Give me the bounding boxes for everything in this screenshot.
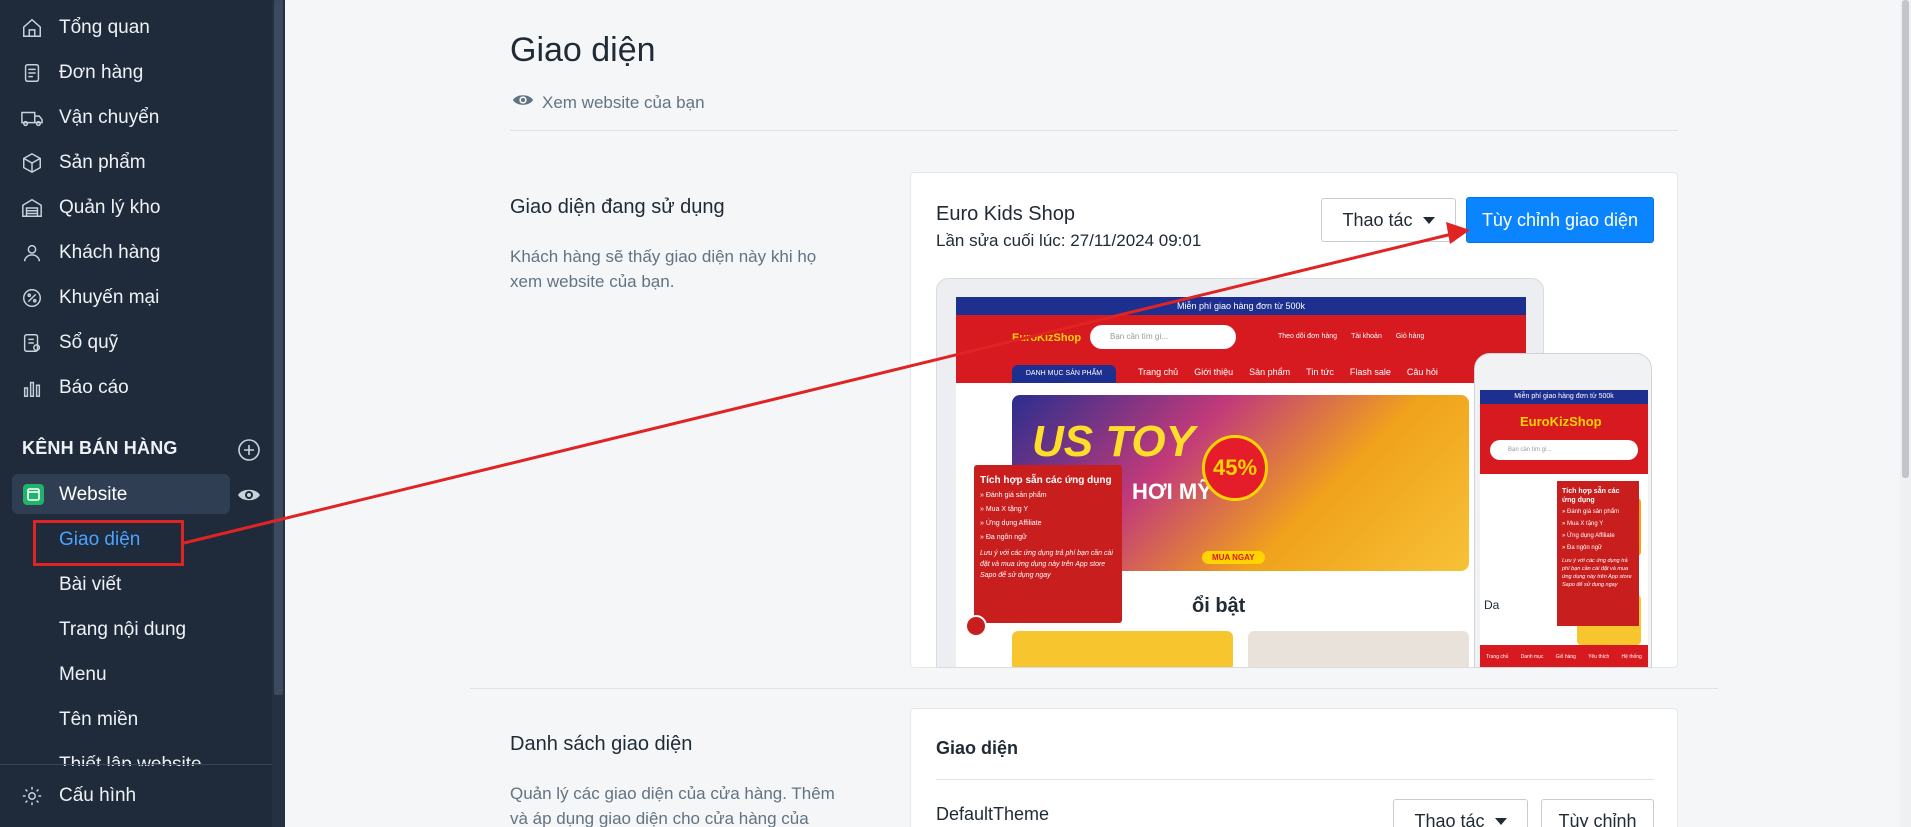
annotation-arrow [183,222,1470,545]
annotation-arrow-line [183,232,1453,545]
annotation-arrow-head [1446,222,1470,244]
